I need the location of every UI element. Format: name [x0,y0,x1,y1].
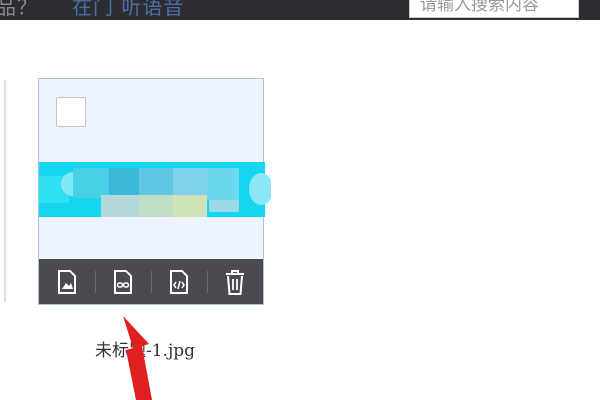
image-file-button[interactable] [39,259,95,304]
header-title: 品？ 在门 听语音 [0,0,184,20]
search-input[interactable]: 请输入搜索内容 [409,0,579,18]
header-link[interactable]: 在门 听语音 [72,0,184,19]
link-file-button[interactable] [95,259,151,304]
file-card[interactable] [38,78,271,305]
select-checkbox[interactable] [56,97,86,127]
top-bar: 品？ 在门 听语音 请输入搜索内容 [0,0,600,20]
image-file-icon [58,269,76,294]
delete-button[interactable] [207,259,263,304]
card-action-bar [39,259,263,304]
red-arrow-annotation [123,316,152,400]
panel-divider [4,80,6,302]
trash-icon [226,269,244,295]
link-file-icon [114,269,132,294]
code-file-icon [170,269,188,294]
image-thumbnail [39,162,271,217]
code-file-button[interactable] [151,259,207,304]
thumbnail-mosaic [39,162,271,217]
